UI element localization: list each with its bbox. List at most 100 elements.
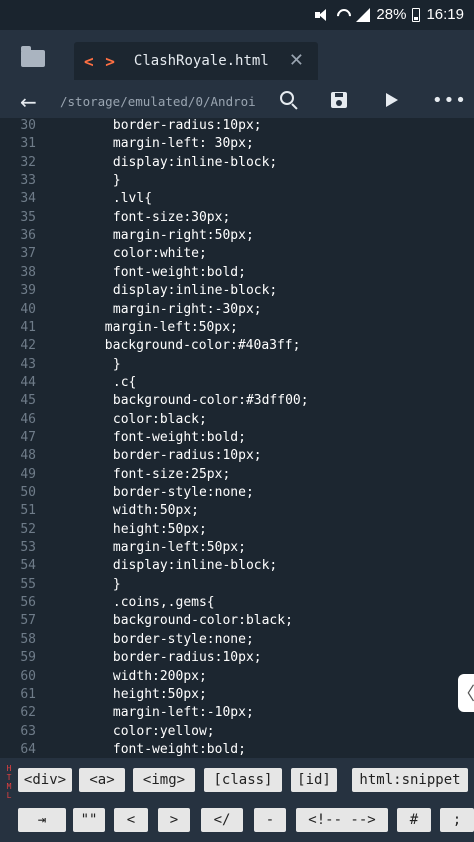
code-line: .c{ — [112, 374, 137, 390]
wifi-icon — [336, 8, 350, 22]
battery-percent: 28% — [376, 6, 407, 23]
line-number: 57 — [20, 613, 36, 629]
line-number: 58 — [20, 631, 36, 647]
line-number: 61 — [20, 686, 36, 702]
line-number: 54 — [20, 558, 36, 574]
line-number: 44 — [20, 374, 36, 390]
scroll-handle[interactable]: 〈 — [457, 674, 474, 712]
line-number: 60 — [20, 668, 36, 684]
code-line: font-weight:bold; — [112, 741, 246, 757]
line-number: 56 — [20, 595, 36, 611]
tag-snippet-button[interactable]: <div> — [18, 768, 72, 792]
code-line: color:white; — [112, 246, 207, 262]
code-line: color:yellow; — [112, 723, 215, 739]
line-number: 52 — [20, 521, 36, 537]
status-indicators: 28% 16:19 — [314, 6, 464, 23]
code-icon: < > — [84, 51, 116, 71]
line-number: 39 — [20, 283, 36, 299]
tag-snippet-button[interactable]: html:snippet — [352, 768, 468, 792]
code-line: margin-right:50px; — [112, 228, 254, 244]
line-number: 45 — [20, 393, 36, 409]
line-number: 35 — [20, 209, 36, 225]
tab-title: ClashRoyale.html — [133, 53, 269, 69]
file-browser-button[interactable] — [0, 30, 66, 86]
line-number: 55 — [20, 576, 36, 592]
line-number: 46 — [20, 411, 36, 427]
line-number: 37 — [20, 246, 36, 262]
language-letter: M — [6, 782, 12, 791]
code-line: height:50px; — [112, 686, 207, 702]
save-icon[interactable] — [331, 92, 347, 108]
close-icon[interactable]: ✕ — [289, 50, 304, 71]
code-line: .lvl{ — [112, 191, 153, 207]
code-line: margin-left:50px; — [112, 540, 246, 556]
code-line: background-color:black; — [112, 613, 293, 629]
line-number: 38 — [20, 264, 36, 280]
code-line: color:black; — [112, 411, 207, 427]
line-number: 64 — [20, 741, 36, 757]
symbol-snippet-button[interactable]: > — [158, 808, 190, 832]
code-line: font-size:30px; — [112, 209, 231, 225]
code-line: background-color:#40a3ff; — [104, 338, 301, 354]
tab-bar: < > ClashRoyale.html ✕ — [0, 30, 474, 86]
language-letter: H — [6, 764, 12, 773]
line-number: 33 — [20, 173, 36, 189]
tag-snippet-button[interactable]: [id] — [291, 768, 337, 792]
tag-snippet-button[interactable]: [class] — [204, 768, 282, 792]
line-number: 40 — [20, 301, 36, 317]
back-arrow-icon[interactable]: ← — [20, 90, 37, 114]
code-line: } — [112, 173, 121, 189]
line-number: 36 — [20, 228, 36, 244]
code-line: width:50px; — [112, 503, 199, 519]
symbol-snippet-button[interactable]: - — [254, 808, 286, 832]
clock: 16:19 — [426, 6, 464, 23]
language-letter: L — [6, 791, 12, 800]
language-label: HTML — [2, 764, 16, 800]
code-line: .coins,.gems{ — [112, 595, 215, 611]
line-number: 41 — [20, 319, 36, 335]
line-number: 51 — [20, 503, 36, 519]
code-line: margin-left: 30px; — [112, 136, 254, 152]
symbol-snippet-button[interactable]: </ — [201, 808, 243, 832]
symbol-snippet-button[interactable]: <!-- --> — [296, 808, 388, 832]
symbol-snippet-button[interactable]: ; — [440, 808, 474, 832]
line-number: 31 — [20, 136, 36, 152]
line-number: 32 — [20, 154, 36, 170]
code-line: font-weight:bold; — [112, 429, 246, 445]
line-number: 43 — [20, 356, 36, 372]
file-path: /storage/emulated/0/Android — [60, 94, 256, 109]
tag-snippet-button[interactable]: <a> — [79, 768, 125, 792]
line-number: 30 — [20, 118, 36, 133]
more-options-icon[interactable]: ••• — [432, 90, 467, 111]
line-number: 62 — [20, 705, 36, 721]
mute-icon — [314, 8, 330, 22]
language-letter: T — [6, 773, 12, 782]
symbol-snippet-button[interactable]: ⇥ — [18, 808, 66, 832]
line-number: 42 — [20, 338, 36, 354]
symbol-snippet-button[interactable]: # — [397, 808, 431, 832]
run-icon[interactable] — [386, 93, 398, 107]
code-line: display:inline-block; — [112, 283, 278, 299]
symbol-snippet-button[interactable]: "" — [73, 808, 105, 832]
code-line: border-radius:10px; — [112, 650, 262, 666]
line-number: 47 — [20, 429, 36, 445]
toolbar: ← /storage/emulated/0/Android ••• — [0, 86, 474, 118]
line-number: 63 — [20, 723, 36, 739]
code-line: font-weight:bold; — [112, 264, 246, 280]
tab-file[interactable]: < > ClashRoyale.html ✕ — [74, 42, 318, 80]
code-line: border-style:none; — [112, 631, 254, 647]
code-line: margin-left:-10px; — [112, 705, 254, 721]
code-editor[interactable]: 30 border-radius:10px; 31 margin-left: 30px… — [0, 118, 474, 758]
code-line: border-radius:10px; — [112, 118, 262, 133]
line-number: 59 — [20, 650, 36, 666]
line-number: 50 — [20, 485, 36, 500]
tag-snippet-button[interactable]: <img> — [133, 768, 195, 792]
code-line: background-color:#3dff00; — [112, 393, 309, 409]
symbol-snippet-button[interactable]: < — [114, 808, 148, 832]
line-number: 48 — [20, 448, 36, 464]
code-line: display:inline-block; — [112, 154, 278, 170]
line-number: 53 — [20, 540, 36, 556]
search-icon[interactable] — [280, 91, 298, 109]
code-line: border-radius:10px; — [112, 448, 262, 464]
code-line: width:200px; — [112, 668, 207, 684]
